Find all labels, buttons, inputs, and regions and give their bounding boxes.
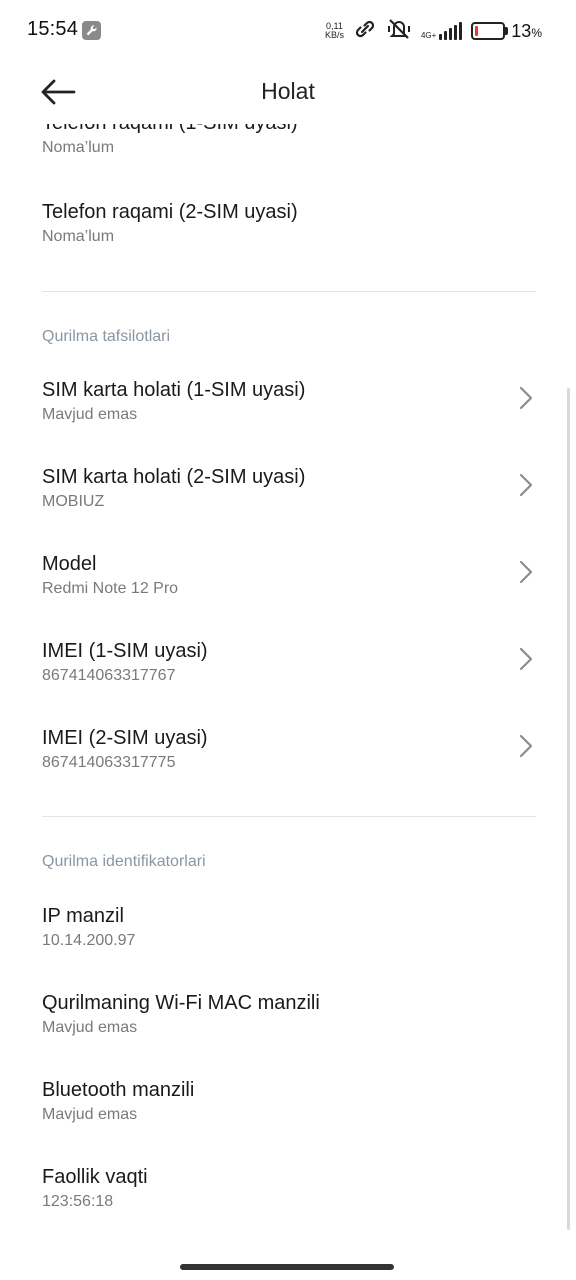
- chevron-right-icon: [519, 560, 533, 584]
- item-subtitle: 867414063317775: [42, 754, 176, 771]
- chevron-right-icon: [519, 473, 533, 497]
- network-type: 4G+: [420, 31, 437, 40]
- section-header-device-ids: Qurilma identifikatorlari: [42, 853, 206, 870]
- item-title: IP manzil: [42, 905, 124, 927]
- item-subtitle: Redmi Note 12 Pro: [42, 580, 179, 597]
- scrollbar[interactable]: [567, 388, 570, 1230]
- item-subtitle: Mavjud emas: [42, 1019, 138, 1036]
- signal-indicator: 4G+: [420, 22, 463, 40]
- item-subtitle: Mavjud emas: [42, 1106, 138, 1123]
- battery-percent: 13%: [511, 20, 542, 41]
- list-item-sim-status-1[interactable]: SIM karta holati (1-SIM uyasi) Mavjud em…: [42, 379, 536, 449]
- list-item-ip-address[interactable]: IP manzil 10.14.200.97: [42, 905, 536, 975]
- item-title: Bluetooth manzili: [42, 1079, 195, 1101]
- item-title: Telefon raqami (1-SIM uyasi): [42, 124, 536, 135]
- item-title: Qurilmaning Wi-Fi MAC manzili: [42, 992, 320, 1014]
- list-item-bluetooth-address[interactable]: Bluetooth manzili Mavjud emas: [42, 1079, 536, 1149]
- item-subtitle: Noma’lum: [42, 139, 115, 156]
- item-title: Model: [42, 553, 97, 575]
- signal-icon: [439, 22, 463, 40]
- item-subtitle: 10.14.200.97: [42, 932, 136, 949]
- chevron-right-icon: [519, 734, 533, 758]
- item-title: Telefon raqami (2-SIM uyasi): [42, 201, 298, 223]
- list-item-imei-2[interactable]: IMEI (2-SIM uyasi) 867414063317775: [42, 727, 536, 797]
- list-item-imei-1[interactable]: IMEI (1-SIM uyasi) 867414063317767: [42, 640, 536, 710]
- item-subtitle: 123:56:18: [42, 1193, 114, 1210]
- wrench-icon: [82, 21, 101, 40]
- app-header: Holat: [0, 60, 576, 124]
- list-item-sim-status-2[interactable]: SIM karta holati (2-SIM uyasi) MOBIUZ: [42, 466, 536, 536]
- divider: [42, 816, 536, 817]
- list-item-model[interactable]: Model Redmi Note 12 Pro: [42, 553, 536, 623]
- status-list[interactable]: Telefon raqami (1-SIM uyasi) Noma’lum Te…: [0, 124, 576, 1260]
- item-subtitle: 867414063317767: [42, 667, 176, 684]
- item-title: IMEI (2-SIM uyasi): [42, 727, 208, 749]
- chevron-right-icon: [519, 647, 533, 671]
- status-bar: 15:54 0,11 KB/s 4G+ 13%: [0, 0, 576, 60]
- section-header-device-details: Qurilma tafsilotlari: [42, 328, 171, 345]
- link-icon: [353, 19, 377, 44]
- battery-indicator: 13%: [471, 21, 542, 42]
- status-time: 15:54: [27, 18, 79, 40]
- muted-vibrate-icon: [386, 18, 412, 45]
- battery-icon: [471, 22, 509, 40]
- item-subtitle: MOBIUZ: [42, 493, 105, 510]
- home-indicator[interactable]: [180, 1264, 394, 1270]
- item-title: SIM karta holati (1-SIM uyasi): [42, 379, 306, 401]
- divider: [42, 291, 536, 292]
- network-speed: 0,11 KB/s: [324, 21, 344, 40]
- item-subtitle: Noma’lum: [42, 228, 115, 245]
- item-subtitle: Mavjud emas: [42, 406, 138, 423]
- item-title: Faollik vaqti: [42, 1166, 148, 1188]
- item-title: SIM karta holati (2-SIM uyasi): [42, 466, 306, 488]
- list-item-wifi-mac[interactable]: Qurilmaning Wi-Fi MAC manzili Mavjud ema…: [42, 992, 536, 1062]
- list-item-phone-sim2[interactable]: Telefon raqami (2-SIM uyasi) Noma’lum: [42, 201, 536, 271]
- item-title: IMEI (1-SIM uyasi): [42, 640, 208, 662]
- chevron-right-icon: [519, 386, 533, 410]
- page-title: Holat: [261, 78, 315, 104]
- list-item-phone-sim1[interactable]: Telefon raqami (1-SIM uyasi) Noma’lum: [42, 124, 536, 182]
- list-item-uptime[interactable]: Faollik vaqti 123:56:18: [42, 1166, 536, 1236]
